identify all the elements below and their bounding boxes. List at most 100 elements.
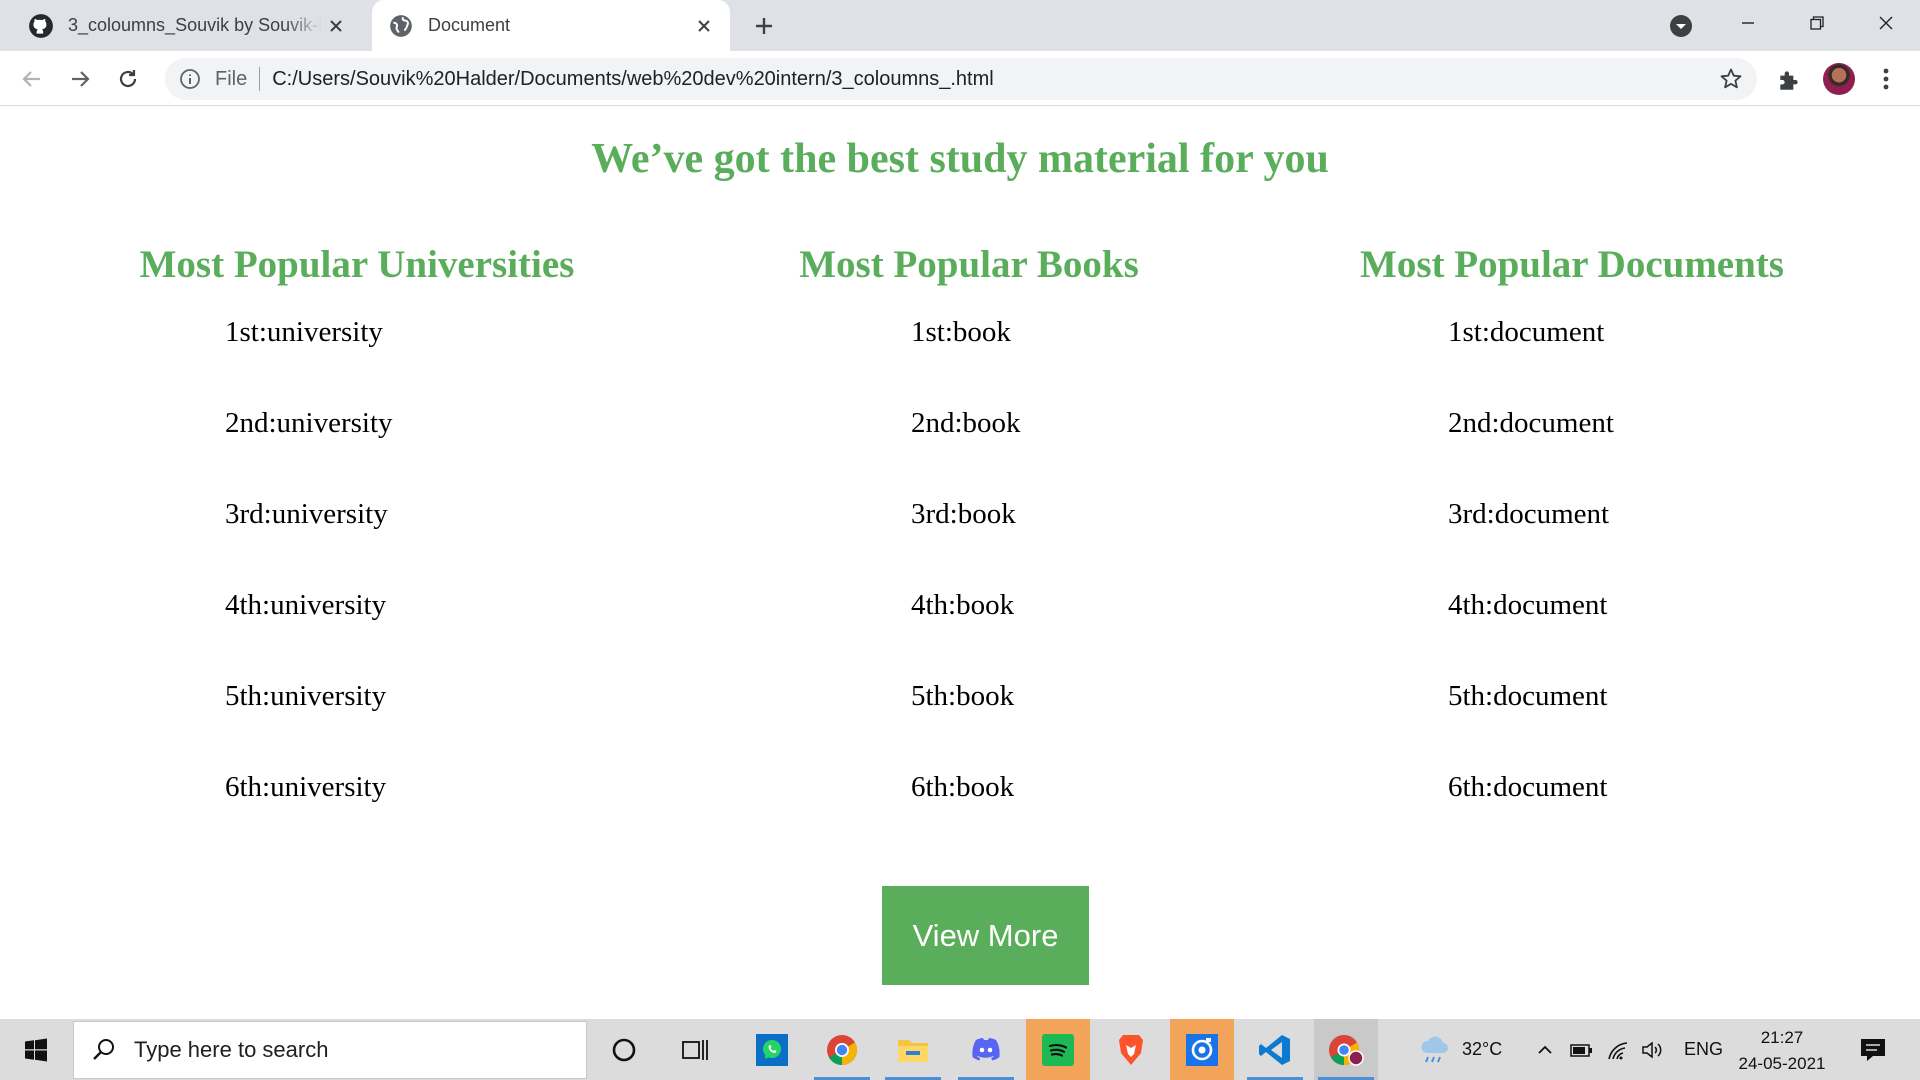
arrow-left-icon <box>22 71 40 87</box>
star-icon[interactable] <box>1719 67 1743 91</box>
list-item: 3rd:document <box>1448 498 1610 530</box>
item-list: 1st:university 2nd:university 3rd:univer… <box>225 316 393 862</box>
list-item: 1st:university <box>225 316 383 348</box>
list-item: 3rd:book <box>911 498 1016 530</box>
view-more-button[interactable]: View More <box>882 886 1089 985</box>
item-list: 1st:document 2nd:document 3rd:document 4… <box>1448 316 1614 862</box>
whatsapp-icon <box>756 1033 788 1066</box>
divider <box>259 67 261 91</box>
taskbar-chrome-profile[interactable] <box>1314 1019 1378 1080</box>
discord-icon <box>972 1037 1000 1060</box>
list-item: 6th:document <box>1448 771 1608 803</box>
list-item: 6th:university <box>225 771 387 803</box>
github-icon <box>29 13 53 38</box>
chrome-icon <box>827 1034 858 1065</box>
tab-document[interactable]: Document <box>372 0 730 51</box>
taskbar-vscode[interactable] <box>1243 1019 1307 1080</box>
folder-icon <box>898 1039 928 1062</box>
weather-widget[interactable]: 32°C <box>1418 1019 1502 1080</box>
language-label: ENG <box>1684 1039 1724 1059</box>
taskbar-brave[interactable] <box>1099 1019 1163 1080</box>
tab-strip: 3_coloumns_Souvik by Souvik-Halder Docum… <box>0 0 1920 51</box>
scheme-label: File <box>215 67 248 90</box>
browser-toolbar: File C:/Users/Souvik%20Halder/Documents/… <box>0 51 1920 106</box>
plus-icon <box>756 18 772 34</box>
camera-app-icon <box>1186 1033 1218 1066</box>
rain-cloud-icon <box>1421 1036 1448 1062</box>
clock[interactable]: 21:27 24-05-2021 <box>1728 1025 1836 1077</box>
spotify-icon <box>1042 1033 1074 1066</box>
forward-button[interactable] <box>62 61 98 97</box>
list-item: 5th:university <box>225 680 387 712</box>
taskbar-search-box[interactable]: Type here to search <box>73 1021 587 1079</box>
cortana-circle-icon <box>612 1038 636 1061</box>
show-hidden-icons-button[interactable] <box>1536 1019 1554 1080</box>
reload-button[interactable] <box>110 61 146 97</box>
column-universities: Most Popular Universities 1st:university… <box>139 242 575 803</box>
list-item: 2nd:document <box>1448 407 1614 439</box>
list-item: 3rd:university <box>225 498 388 530</box>
list-item: 2nd:book <box>911 407 1021 439</box>
extensions-puzzle-icon[interactable] <box>1776 67 1802 93</box>
close-tab-icon[interactable] <box>690 12 718 40</box>
list-item: 4th:university <box>225 589 387 621</box>
start-button[interactable] <box>0 1019 72 1080</box>
vscode-icon <box>1259 1034 1290 1065</box>
windows-logo-icon <box>25 1038 47 1061</box>
page-headline: We’ve got the best study material for yo… <box>591 136 1329 182</box>
list-item: 5th:book <box>911 680 1015 712</box>
info-icon[interactable] <box>179 68 201 90</box>
task-view-button[interactable] <box>663 1019 727 1080</box>
tab-github[interactable]: 3_coloumns_Souvik by Souvik-Halder <box>22 0 362 51</box>
close-icon <box>1879 16 1893 30</box>
wifi-button[interactable] <box>1607 1019 1631 1080</box>
list-item: 4th:document <box>1448 589 1608 621</box>
restore-button[interactable] <box>1797 6 1837 40</box>
search-icon <box>93 1039 114 1060</box>
list-item: 5th:document <box>1448 680 1608 712</box>
clock-time: 21:27 <box>1760 1028 1804 1047</box>
taskbar-spotify[interactable] <box>1026 1019 1090 1080</box>
avatar[interactable] <box>1823 63 1855 95</box>
column-heading: Most Popular Books <box>799 243 1139 286</box>
chrome-profile-icon <box>1329 1034 1364 1066</box>
reload-icon <box>119 70 137 88</box>
address-bar[interactable]: File C:/Users/Souvik%20Halder/Documents/… <box>165 58 1757 100</box>
task-view-icon <box>682 1039 708 1060</box>
taskbar: Type here to search 32°C ENG 21:27 24-05… <box>0 1019 1920 1080</box>
wifi-icon <box>1608 1041 1628 1059</box>
column-heading: Most Popular Universities <box>139 243 575 286</box>
taskbar-chrome[interactable] <box>810 1019 874 1080</box>
cortana-button[interactable] <box>592 1019 656 1080</box>
url-text[interactable]: C:/Users/Souvik%20Halder/Documents/web%2… <box>272 68 993 91</box>
taskbar-camera-app[interactable] <box>1170 1019 1234 1080</box>
taskbar-whatsapp[interactable] <box>740 1019 804 1080</box>
tab-search-icon[interactable] <box>1668 13 1694 39</box>
volume-button[interactable] <box>1641 1019 1665 1080</box>
arrow-right-icon <box>72 71 90 87</box>
list-item: 1st:book <box>911 316 1011 348</box>
tab-title: Document <box>428 15 511 35</box>
language-indicator[interactable]: ENG <box>1684 1019 1723 1080</box>
list-item: 1st:document <box>1448 316 1605 348</box>
close-window-button[interactable] <box>1866 6 1906 40</box>
battery-button[interactable] <box>1570 1019 1594 1080</box>
column-documents: Most Popular Documents 1st:document 2nd:… <box>1360 242 1784 803</box>
minimize-button[interactable] <box>1728 6 1768 40</box>
close-tab-icon[interactable] <box>322 12 350 40</box>
taskbar-discord[interactable] <box>954 1019 1018 1080</box>
notification-icon[interactable] <box>1858 1035 1888 1065</box>
new-tab-button[interactable] <box>748 10 780 42</box>
globe-icon <box>390 14 412 37</box>
tab-title: 3_coloumns_Souvik by Souvik-Halder <box>68 15 322 35</box>
back-button[interactable] <box>14 61 50 97</box>
chevron-up-icon <box>1538 1045 1552 1054</box>
brave-lion-icon <box>1119 1034 1143 1065</box>
battery-icon <box>1570 1043 1592 1057</box>
kebab-menu-icon[interactable] <box>1874 65 1898 93</box>
taskbar-file-explorer[interactable] <box>881 1019 945 1080</box>
column-books: Most Popular Books 1st:book 2nd:book 3rd… <box>799 242 1139 803</box>
speaker-icon <box>1642 1040 1662 1059</box>
column-heading: Most Popular Documents <box>1360 243 1784 286</box>
search-placeholder: Type here to search <box>134 1037 329 1062</box>
